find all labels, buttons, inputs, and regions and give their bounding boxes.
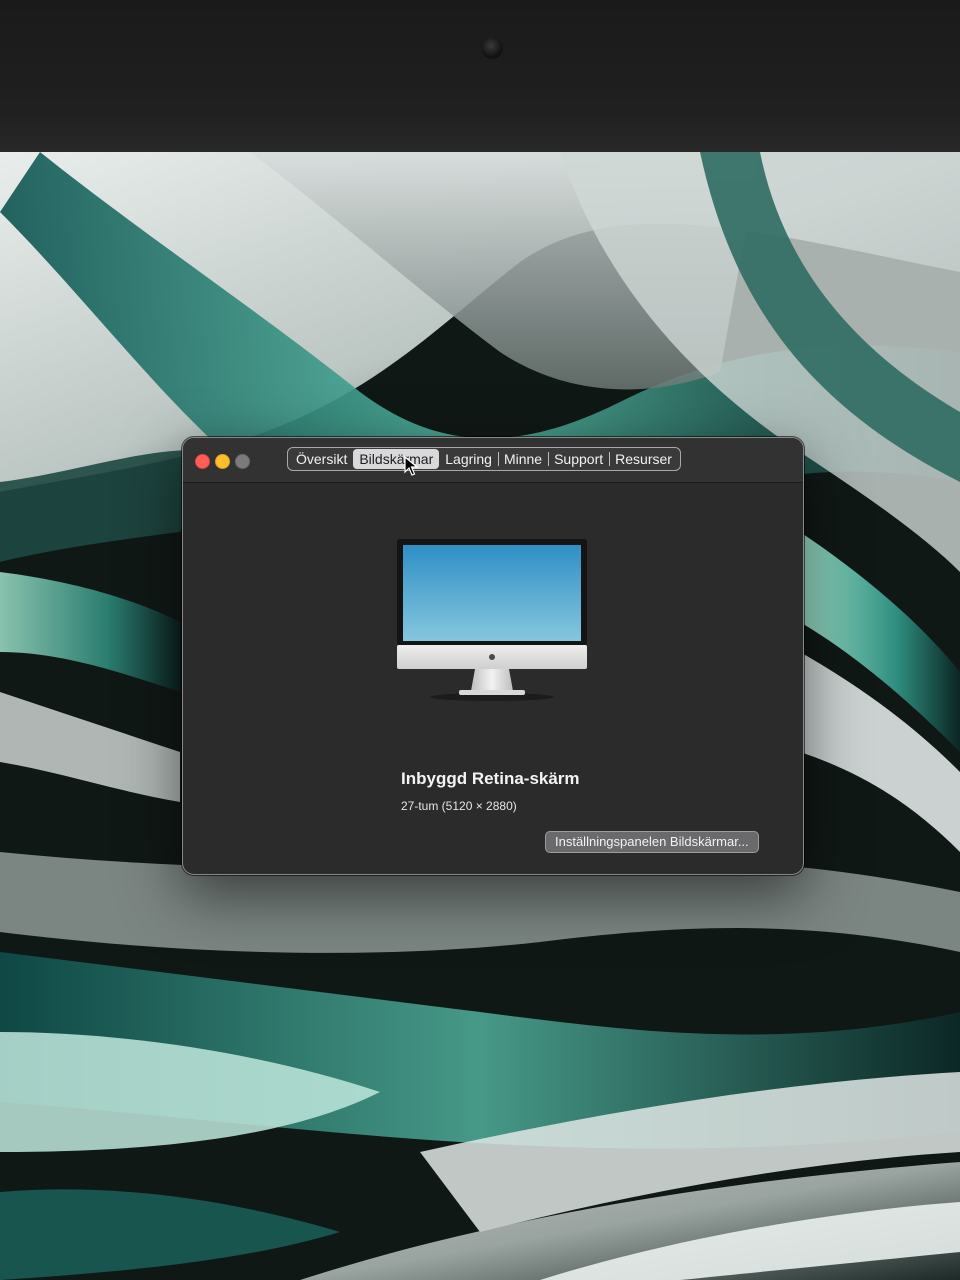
camera-icon <box>481 37 503 59</box>
display-spec: 27-tum (5120 × 2880) <box>401 799 517 813</box>
display-name: Inbyggd Retina-skärm <box>401 769 580 788</box>
tab-bildskarmar[interactable]: Bildskärmar <box>353 449 440 469</box>
minimize-window-button[interactable] <box>215 454 230 469</box>
photo-of-monitor: Översikt Bildskärmar Lagring Minne Suppo… <box>0 0 960 1280</box>
displays-panel: Inbyggd Retina-skärm 27-tum (5120 × 2880… <box>183 483 803 874</box>
close-window-button[interactable] <box>195 454 210 469</box>
window-titlebar[interactable]: Översikt Bildskärmar Lagring Minne Suppo… <box>183 438 803 483</box>
tab-support[interactable]: Support <box>548 449 609 469</box>
tab-minne[interactable]: Minne <box>497 449 548 469</box>
tab-resurser[interactable]: Resurser <box>609 449 678 469</box>
monitor-bezel <box>0 0 960 160</box>
zoom-window-button[interactable] <box>235 454 250 469</box>
tab-oversikt[interactable]: Översikt <box>290 449 353 469</box>
display-preferences-button[interactable]: Inställningspanelen Bildskärmar... <box>545 831 759 853</box>
imac-icon <box>397 539 587 701</box>
about-this-mac-window[interactable]: Översikt Bildskärmar Lagring Minne Suppo… <box>182 437 804 875</box>
pointer-cursor-icon <box>404 456 418 476</box>
tab-lagring[interactable]: Lagring <box>439 449 498 469</box>
tab-bar: Översikt Bildskärmar Lagring Minne Suppo… <box>287 447 681 471</box>
